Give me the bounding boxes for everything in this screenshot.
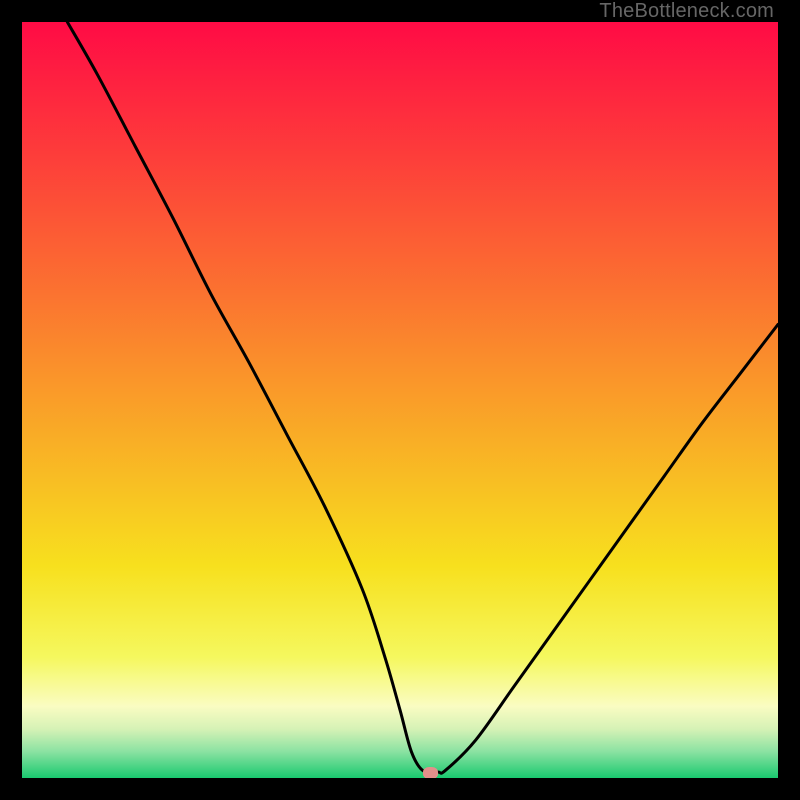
bottleneck-curve [22, 22, 778, 778]
watermark-text: TheBottleneck.com [599, 0, 774, 23]
minimum-marker [423, 767, 438, 778]
chart-frame: TheBottleneck.com [0, 0, 800, 800]
plot-area [22, 22, 778, 778]
